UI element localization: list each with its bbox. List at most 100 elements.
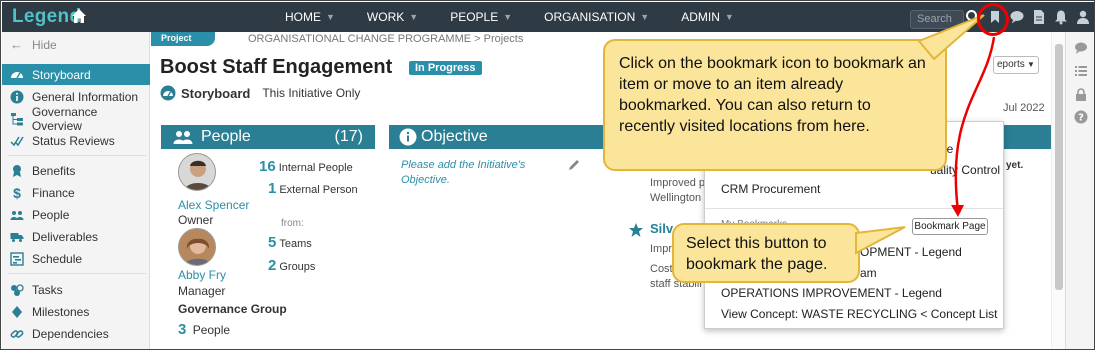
sidebar-item-deliverables[interactable]: Deliverables: [2, 226, 150, 247]
stat-internal-people[interactable]: 16 Internal People: [259, 158, 353, 175]
bookmark-item[interactable]: OPMENT - Legend: [860, 245, 962, 259]
subhead-title: Storyboard: [181, 85, 251, 101]
reports-dropdown[interactable]: eports ▼: [993, 56, 1039, 74]
col3-line: Cost: [650, 263, 673, 275]
stat-label: Groups: [279, 261, 316, 273]
person-name-link[interactable]: Alex Spencer: [178, 198, 249, 212]
right-panel-note: yet.: [1006, 160, 1024, 171]
stat-teams[interactable]: 5 Teams: [268, 234, 312, 251]
stat-governance-group[interactable]: 3 People: [178, 321, 230, 338]
checkmarks-icon: [10, 136, 24, 146]
people-panel-count: (17): [334, 128, 363, 145]
info-icon: [10, 90, 24, 103]
home-icon[interactable]: [71, 8, 87, 24]
breadcrumb[interactable]: ORGANISATIONAL CHANGE PROGRAMME > Projec…: [248, 33, 523, 45]
col3-heading: Silv: [650, 221, 674, 236]
scope-filter[interactable]: This Initiative Only: [262, 86, 360, 100]
stat-number: 2: [268, 257, 277, 274]
chevron-down-icon: ▼: [640, 12, 650, 22]
help-icon[interactable]: ?: [1074, 110, 1088, 124]
diamond-icon: [12, 305, 22, 318]
stat-number: 5: [268, 234, 277, 251]
hierarchy-icon: [10, 112, 23, 125]
sidebar-item-schedule[interactable]: Schedule: [2, 248, 150, 269]
sidebar-item-benefits[interactable]: Benefits: [2, 160, 150, 181]
sidebar-item-label: Dependencies: [32, 326, 109, 341]
schedule-icon: [10, 251, 24, 266]
menu-work[interactable]: WORK ▼: [367, 2, 418, 32]
sidebar-item-label: People: [32, 207, 70, 222]
date-text: Jul 2022: [1003, 102, 1045, 114]
stat-label: People: [192, 323, 231, 337]
sidebar-item-finance[interactable]: $ Finance: [2, 182, 150, 203]
pencil-edit-icon[interactable]: [567, 158, 581, 172]
lock-icon[interactable]: [1074, 88, 1088, 102]
svg-text:?: ?: [1078, 113, 1084, 124]
sidebar-item-governance-overview[interactable]: Governance Overview: [2, 105, 150, 133]
truck-icon: [10, 232, 24, 242]
stat-groups[interactable]: 2 Groups: [268, 257, 315, 274]
objective-placeholder[interactable]: Please add the Initiative's Objective.: [401, 158, 551, 188]
people-icon: [10, 210, 24, 220]
sidebar-divider: [8, 155, 146, 156]
stat-label: Teams: [279, 238, 312, 250]
avatar[interactable]: [178, 153, 216, 191]
bookmark-page-button[interactable]: Bookmark Page: [912, 218, 988, 235]
user-icon[interactable]: [1075, 9, 1091, 25]
main-scrollbar[interactable]: [1051, 32, 1065, 349]
people-panel-header: People (17): [161, 125, 375, 149]
sidebar-item-storyboard[interactable]: Storyboard: [2, 64, 150, 85]
list-icon[interactable]: [1074, 64, 1088, 78]
right-panel-header: [1001, 125, 1051, 149]
sidebar-item-status-reviews[interactable]: Status Reviews: [2, 130, 150, 151]
stat-number: 1: [268, 180, 277, 197]
sidebar-item-dependencies[interactable]: Dependencies: [2, 323, 150, 344]
people-panel-body: Alex Spencer Owner Abby Fry Manager 16 In…: [161, 149, 375, 349]
stat-label: External Person: [279, 184, 358, 196]
sidebar-item-label: Deliverables: [32, 229, 99, 244]
star-icon: [629, 223, 643, 237]
storyboard-subheader: Storyboard This Initiative Only: [160, 85, 360, 101]
col3-line: Improved p: [650, 177, 706, 189]
menu-organisation[interactable]: ORGANISATION ▼: [544, 2, 649, 32]
person-photo: [179, 229, 215, 265]
person-name-link[interactable]: Abby Fry: [178, 268, 226, 282]
col3-line: Wellington: [650, 192, 702, 204]
menu-organisation-label: ORGANISATION: [544, 10, 636, 24]
sidebar-hide-toggle[interactable]: ← Hide: [2, 34, 150, 55]
bookmark-item[interactable]: OPERATIONS IMPROVEMENT - Legend: [721, 286, 942, 300]
chat-icon[interactable]: [1009, 9, 1025, 25]
objective-panel-title: Objective: [421, 128, 488, 145]
chat-icon[interactable]: [1074, 41, 1088, 55]
document-icon[interactable]: [1031, 9, 1047, 25]
stat-number: 16: [259, 158, 276, 175]
menu-people[interactable]: PEOPLE ▼: [450, 2, 512, 32]
sidebar-item-label: Storyboard: [32, 67, 91, 82]
bookmark-item[interactable]: am: [860, 266, 877, 280]
link-icon: [10, 329, 24, 338]
sidebar-item-label: Status Reviews: [32, 133, 115, 148]
sidebar-item-label: Schedule: [32, 251, 83, 266]
sidebar-item-tasks[interactable]: Tasks: [2, 279, 150, 300]
menu-home[interactable]: HOME ▼: [285, 2, 335, 32]
scroll-thumb[interactable]: [1055, 44, 1063, 290]
chevron-down-icon: ▼: [724, 12, 734, 22]
from-label: from:: [281, 218, 304, 229]
recent-item[interactable]: CRM Procurement: [721, 182, 820, 196]
project-badge: Project: [151, 32, 215, 46]
bookmark-icon-highlight: [977, 3, 1009, 36]
sidebar-item-people[interactable]: People: [2, 204, 150, 225]
menu-people-label: PEOPLE: [450, 10, 499, 24]
sidebar-item-milestones[interactable]: Milestones: [2, 301, 150, 322]
dashboard-icon: [160, 85, 176, 101]
stat-external-person[interactable]: 1 External Person: [268, 180, 358, 197]
chevron-down-icon: ▼: [326, 12, 335, 22]
sidebar-item-label: Tasks: [32, 282, 63, 297]
menu-admin[interactable]: ADMIN ▼: [681, 2, 734, 32]
bell-icon[interactable]: [1053, 9, 1069, 25]
page-title: Boost Staff Engagement: [160, 56, 393, 78]
dashboard-icon: [11, 71, 23, 78]
bookmark-item[interactable]: View Concept: WASTE RECYCLING < Concept …: [721, 307, 997, 321]
avatar[interactable]: [178, 228, 216, 266]
search-input[interactable]: Search: [910, 10, 964, 29]
